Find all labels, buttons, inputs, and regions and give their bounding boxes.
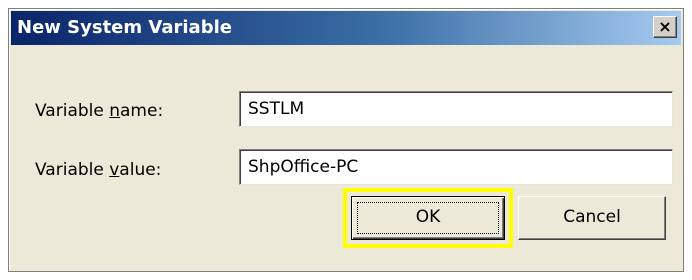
cancel-button-label: Cancel xyxy=(563,207,621,227)
variable-name-label-pre: Variable xyxy=(35,101,110,121)
cancel-button[interactable]: Cancel xyxy=(518,196,666,240)
close-button[interactable]: × xyxy=(653,16,677,38)
title-bar[interactable]: New System Variable × xyxy=(11,11,681,45)
close-icon: × xyxy=(658,17,672,36)
variable-name-label: Variable name: xyxy=(35,101,163,121)
ok-button-label: OK xyxy=(415,207,441,227)
variable-value-label: Variable value: xyxy=(35,160,161,180)
variable-name-accelerator: n xyxy=(109,101,121,121)
variable-value-label-post: alue: xyxy=(119,160,162,180)
variable-value-input[interactable]: ShpOffice-PC xyxy=(239,149,673,185)
dialog-title: New System Variable xyxy=(17,17,232,38)
variable-value-label-pre: Variable xyxy=(35,160,110,180)
variable-value-accelerator: v xyxy=(109,160,120,180)
variable-name-label-post: ame: xyxy=(120,101,164,121)
variable-name-input[interactable]: SSTLM xyxy=(239,91,673,127)
ok-button[interactable]: OK xyxy=(351,196,505,240)
